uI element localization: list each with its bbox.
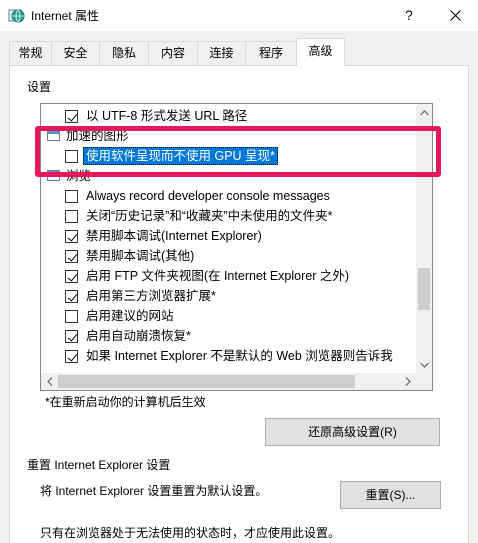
tree-row[interactable]: Always record developer console messages [41, 186, 416, 206]
tab-content[interactable]: 内容 [148, 41, 198, 65]
tab-advanced[interactable]: 高级 [296, 38, 345, 66]
tree-row[interactable]: 启用 FTP 文件夹视图(在 Internet Explorer 之外) [41, 266, 416, 286]
tree-row[interactable]: 如果 Internet Explorer 不是默认的 Web 浏览器则告诉我 [41, 346, 416, 366]
chevron-up-icon [419, 109, 429, 115]
tree-row[interactable]: 以 UTF-8 形式发送 URL 路径 [41, 106, 416, 126]
checkbox-ftp-folder-view[interactable] [65, 270, 78, 283]
internet-options-icon [8, 7, 25, 24]
checkbox-default-browser-notify[interactable] [65, 350, 78, 363]
tab-general[interactable]: 常规 [9, 41, 52, 65]
highlight-annotation-frame [35, 126, 441, 177]
tab-programs[interactable]: 程序 [245, 41, 297, 65]
tree-row-label: 以 UTF-8 形式发送 URL 路径 [86, 109, 248, 123]
chevron-right-icon [405, 377, 411, 386]
tree-row[interactable]: 启用自动崩溃恢复* [41, 326, 416, 346]
checkbox-record-console-messages[interactable] [65, 190, 78, 203]
tree-row-label: 关闭“历史记录”和“收藏夹”中未使用的文件夹* [86, 209, 333, 223]
restart-note: *在重新启动你的计算机后生效 [45, 395, 206, 409]
window-title: Internet 属性 [31, 9, 100, 23]
reset-group-title: 重置 Internet Explorer 设置 [27, 458, 171, 472]
help-button[interactable]: ? [396, 0, 422, 30]
close-button[interactable] [440, 0, 470, 30]
reset-warning: 只有在浏览器处于无法使用的状态时，才应使用此设置。 [40, 526, 341, 540]
tree-row[interactable]: 禁用脚本调试(Internet Explorer) [41, 226, 416, 246]
tree-row[interactable]: 关闭“历史记录”和“收藏夹”中未使用的文件夹* [41, 206, 416, 226]
checkbox-crash-recovery[interactable] [65, 330, 78, 343]
tree-row-label: 禁用脚本调试(Internet Explorer) [86, 229, 262, 243]
tree-row-label: 启用建议的网站 [86, 309, 174, 323]
checkbox-third-party-extensions[interactable] [65, 290, 78, 303]
tree-row-label: Always record developer console messages [86, 189, 330, 203]
chevron-left-icon [46, 377, 52, 386]
horizontal-scrollbar[interactable] [41, 373, 416, 390]
scrollbar-corner [416, 373, 432, 390]
tree-row-label: 如果 Internet Explorer 不是默认的 Web 浏览器则告诉我 [86, 349, 393, 363]
settings-label: 设置 [27, 80, 52, 94]
reset-button[interactable]: 重置(S)... [340, 481, 441, 509]
checkbox-disable-script-debugging-other[interactable] [65, 250, 78, 263]
scroll-right-button[interactable] [399, 373, 416, 390]
tree-row-label: 禁用脚本调试(其他) [86, 249, 195, 263]
checkbox-send-utf8-url[interactable] [65, 110, 78, 123]
scroll-left-button[interactable] [41, 373, 58, 390]
tree-row[interactable]: 启用建议的网站 [41, 306, 416, 326]
tree-row[interactable]: 启用第三方浏览器扩展* [41, 286, 416, 306]
tree-row-label: 启用第三方浏览器扩展* [86, 289, 216, 303]
checkbox-close-unused-folders[interactable] [65, 210, 78, 223]
tree-row-label: 启用自动崩溃恢复* [86, 329, 191, 343]
close-icon [449, 9, 461, 21]
tab-security[interactable]: 安全 [51, 41, 100, 65]
checkbox-disable-script-debugging-ie[interactable] [65, 230, 78, 243]
scroll-up-button[interactable] [416, 104, 432, 121]
tab-connections[interactable]: 连接 [197, 41, 246, 65]
checkbox-suggested-sites[interactable] [65, 310, 78, 323]
scroll-down-button[interactable] [416, 356, 432, 373]
restore-advanced-settings-button[interactable]: 还原高级设置(R) [265, 418, 440, 446]
reset-description: 将 Internet Explorer 设置重置为默认设置。 [40, 484, 268, 498]
horizontal-scroll-thumb[interactable] [58, 375, 355, 388]
tree-row-label: 启用 FTP 文件夹视图(在 Internet Explorer 之外) [86, 269, 350, 283]
title-bar: Internet 属性 ? [0, 0, 478, 31]
tree-row[interactable]: 禁用脚本调试(其他) [41, 246, 416, 266]
tab-privacy[interactable]: 隐私 [99, 41, 149, 65]
vertical-scroll-thumb[interactable] [418, 268, 430, 310]
chevron-down-icon [419, 362, 429, 368]
